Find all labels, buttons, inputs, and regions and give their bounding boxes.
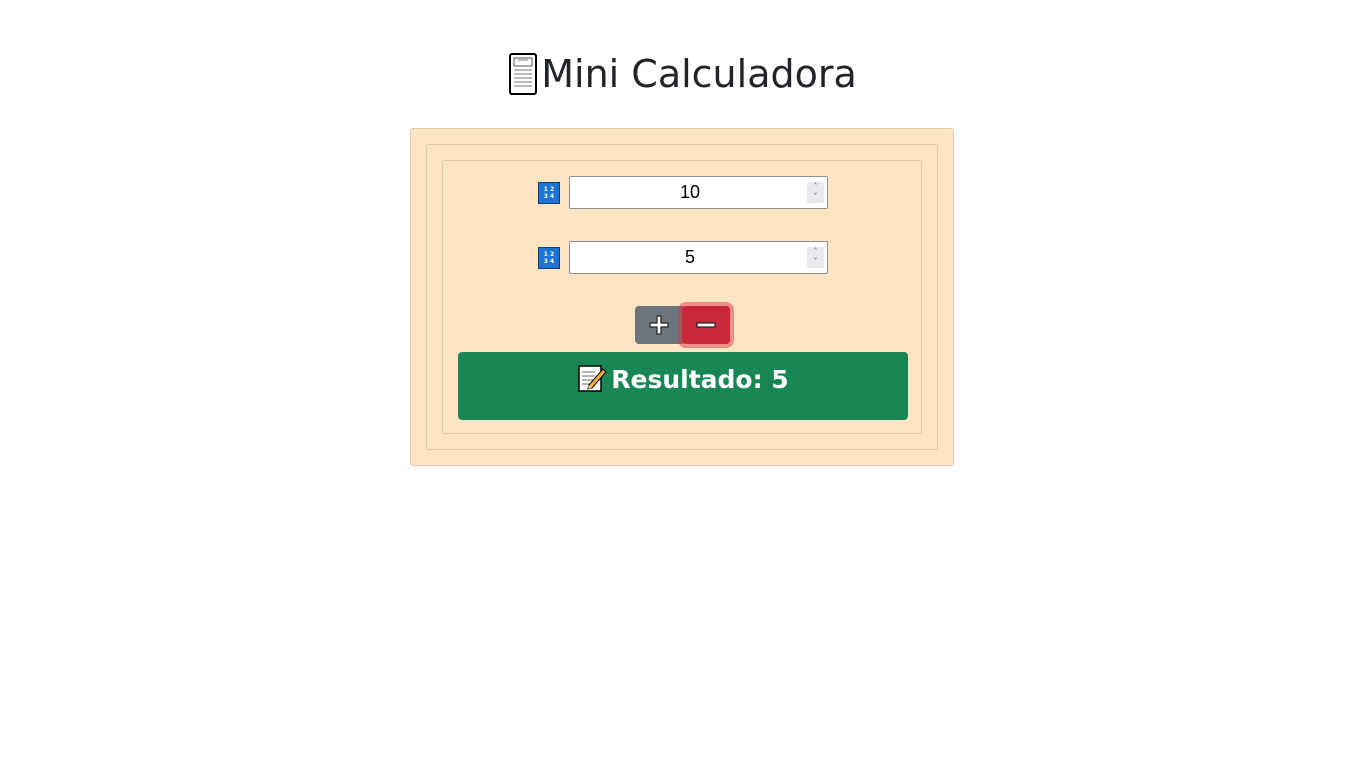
numbers-icon: 1 23 4 bbox=[538, 182, 560, 204]
result-line: Resultado: 5 bbox=[458, 352, 908, 408]
first-number-field[interactable]: ˄ ˅ bbox=[569, 176, 828, 209]
chevron-down-icon[interactable]: ˅ bbox=[807, 257, 824, 267]
result-text: Resultado: 5 bbox=[611, 365, 789, 394]
second-number-field[interactable]: ˄ ˅ bbox=[569, 241, 828, 274]
page-header: Mini Calculadora bbox=[0, 50, 1366, 102]
first-number-input[interactable] bbox=[570, 177, 808, 208]
second-number-spinner[interactable]: ˄ ˅ bbox=[807, 247, 824, 268]
memo-icon bbox=[577, 363, 607, 393]
numbers-icon: 1 23 4 bbox=[538, 247, 560, 269]
add-button[interactable] bbox=[635, 306, 683, 344]
minus-icon bbox=[695, 311, 717, 333]
first-number-row: 1 23 4 ˄ ˅ bbox=[538, 176, 838, 209]
calculator-panel-border: 1 23 4 ˄ ˅ 1 23 4 ˄ ˅ bbox=[426, 144, 938, 450]
chevron-up-icon[interactable]: ˄ bbox=[807, 247, 824, 257]
plus-icon bbox=[648, 311, 670, 335]
second-number-row: 1 23 4 ˄ ˅ bbox=[538, 241, 838, 274]
operation-buttons bbox=[635, 306, 735, 346]
chevron-up-icon[interactable]: ˄ bbox=[807, 182, 824, 192]
second-number-input[interactable] bbox=[570, 242, 808, 273]
calculator-icon bbox=[509, 53, 538, 95]
page-title: Mini Calculadora bbox=[541, 52, 857, 96]
calculator-panel: 1 23 4 ˄ ˅ 1 23 4 ˄ ˅ bbox=[410, 128, 954, 466]
result-display: Resultado: 5 bbox=[458, 352, 908, 420]
calculator-form: 1 23 4 ˄ ˅ 1 23 4 ˄ ˅ bbox=[442, 160, 922, 434]
chevron-down-icon[interactable]: ˅ bbox=[807, 192, 824, 202]
first-number-spinner[interactable]: ˄ ˅ bbox=[807, 182, 824, 203]
subtract-button[interactable] bbox=[682, 306, 730, 344]
